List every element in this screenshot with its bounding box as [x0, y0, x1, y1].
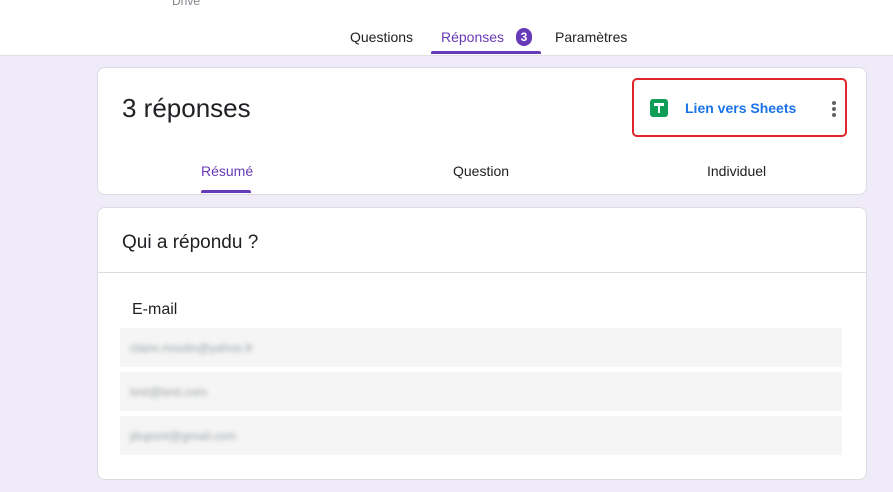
subtab-individuel[interactable]: Individuel — [707, 163, 766, 179]
email-row[interactable]: test@test.com — [120, 372, 842, 411]
respondents-card: Qui a répondu ? E-mail claire.moulin@yah… — [97, 207, 867, 480]
active-tab-indicator — [431, 51, 541, 54]
responses-count-title: 3 réponses — [122, 93, 251, 123]
email-row[interactable]: jdupont@gmail.com — [120, 416, 842, 455]
link-to-sheets-button[interactable]: Lien vers Sheets — [685, 100, 796, 116]
email-row[interactable]: claire.moulin@yahoo.fr — [120, 328, 842, 367]
tab-parametres[interactable]: Paramètres — [555, 29, 627, 55]
respondent-email: claire.moulin@yahoo.fr — [130, 341, 253, 355]
subtab-question[interactable]: Question — [453, 163, 509, 179]
active-subtab-indicator — [201, 190, 251, 193]
form-tabs: Questions Réponses 3 Paramètres — [0, 0, 893, 55]
sheets-icon[interactable] — [650, 99, 668, 117]
respondents-title: Qui a répondu ? — [122, 232, 259, 253]
responses-count-badge: 3 — [516, 28, 532, 46]
respondent-email: test@test.com — [130, 385, 207, 399]
respondent-email: jdupont@gmail.com — [130, 429, 237, 443]
more-options-icon[interactable] — [829, 99, 839, 119]
email-column-header: E-mail — [132, 301, 178, 318]
responses-summary-card: 3 réponses Lien vers Sheets Résumé Quest… — [97, 67, 867, 195]
tab-questions[interactable]: Questions — [350, 29, 413, 55]
top-bar: Drive Questions Réponses 3 Paramètres — [0, 0, 893, 56]
divider — [98, 272, 866, 273]
subtab-resume[interactable]: Résumé — [201, 163, 253, 179]
